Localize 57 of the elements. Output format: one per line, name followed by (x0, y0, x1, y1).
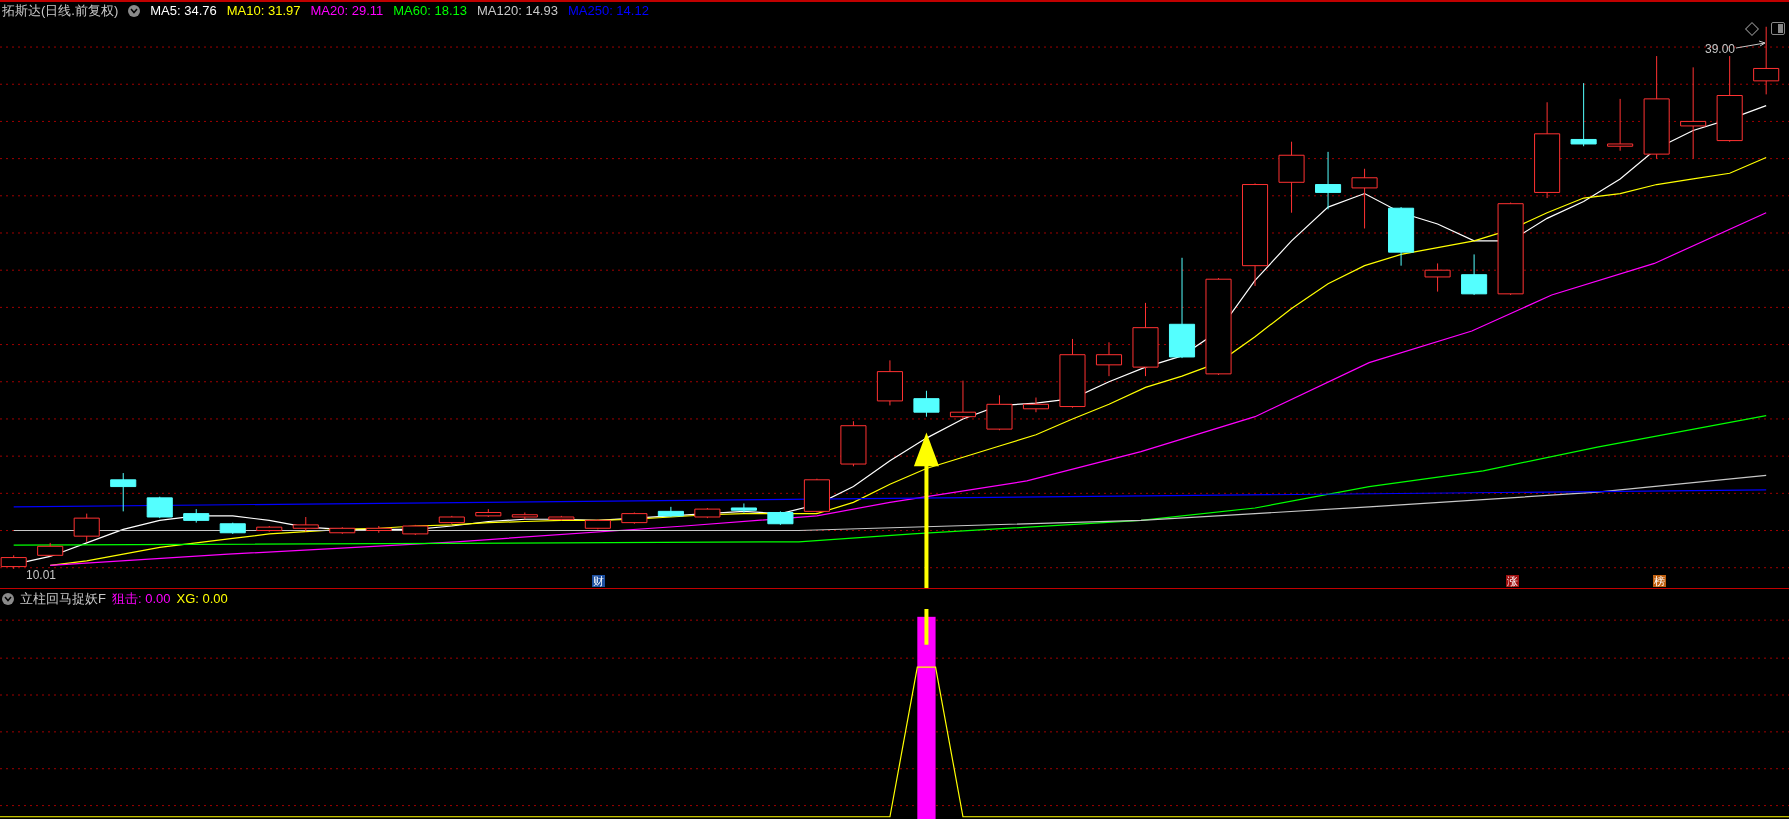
candlestick (876, 359, 903, 406)
candlestick (1424, 262, 1451, 293)
candlestick (1351, 168, 1378, 229)
chart-title: 拓斯达(日线.前复权) (2, 2, 119, 21)
candlestick (329, 526, 356, 535)
candlestick (1022, 397, 1050, 413)
high-price-label: 39.00 (1704, 41, 1735, 58)
low-price-label: 10.01 (26, 567, 57, 584)
event-marker[interactable]: 财 (592, 575, 606, 587)
panel-toggle-icon[interactable] (1771, 22, 1785, 35)
candlestick (949, 380, 976, 420)
indicator-value: XG: 0.00 (176, 590, 228, 609)
dropdown-icon[interactable] (2, 593, 14, 605)
candlestick (1607, 98, 1634, 152)
candlestick (292, 516, 319, 533)
candlestick (584, 518, 611, 530)
candlestick (730, 503, 757, 513)
candlestick (621, 512, 648, 525)
dropdown-icon[interactable] (128, 5, 141, 17)
candlestick (1095, 341, 1123, 377)
candlestick (548, 515, 575, 521)
candlestick (256, 525, 283, 533)
event-marker[interactable]: 涨 (1506, 575, 1520, 587)
candlestick (986, 394, 1013, 431)
candlestick (767, 510, 794, 526)
moving-average-value: MA250: 14.12 (567, 2, 649, 21)
moving-average-value: MA120: 14.93 (477, 2, 558, 21)
leader-line (1735, 40, 1767, 50)
indicator-value: 狙击: 0.00 (111, 590, 171, 609)
candlestick (365, 525, 392, 534)
moving-average-value: MA20: 29.11 (310, 2, 384, 21)
event-marker[interactable]: 榜 (1653, 575, 1667, 587)
candlestick (1388, 206, 1415, 267)
moving-average-value: MA60: 18.13 (393, 2, 467, 21)
candlestick (1315, 151, 1342, 210)
candlestick (1461, 253, 1488, 296)
candlestick (1753, 26, 1780, 95)
candlestick (219, 522, 246, 535)
candlestick (146, 496, 173, 519)
candlestick (694, 507, 721, 519)
candlestick (913, 390, 940, 418)
candlestick (37, 542, 64, 557)
candlestick (840, 420, 867, 467)
indicator-title: 立柱回马捉妖F (20, 590, 106, 609)
candlestick (110, 472, 137, 512)
candlestick (475, 508, 502, 518)
candlestick (183, 508, 210, 524)
candlestick (73, 513, 100, 543)
candlestick (511, 512, 538, 520)
candlestick (1570, 82, 1597, 147)
candlestick (1059, 338, 1086, 409)
candlestick (803, 478, 830, 513)
moving-average-value: MA10: 31.97 (226, 2, 301, 21)
candlestick (402, 524, 429, 536)
candlestick (657, 506, 684, 518)
candlestick (438, 515, 465, 525)
moving-average-value: MA5: 34.76 (150, 2, 217, 21)
